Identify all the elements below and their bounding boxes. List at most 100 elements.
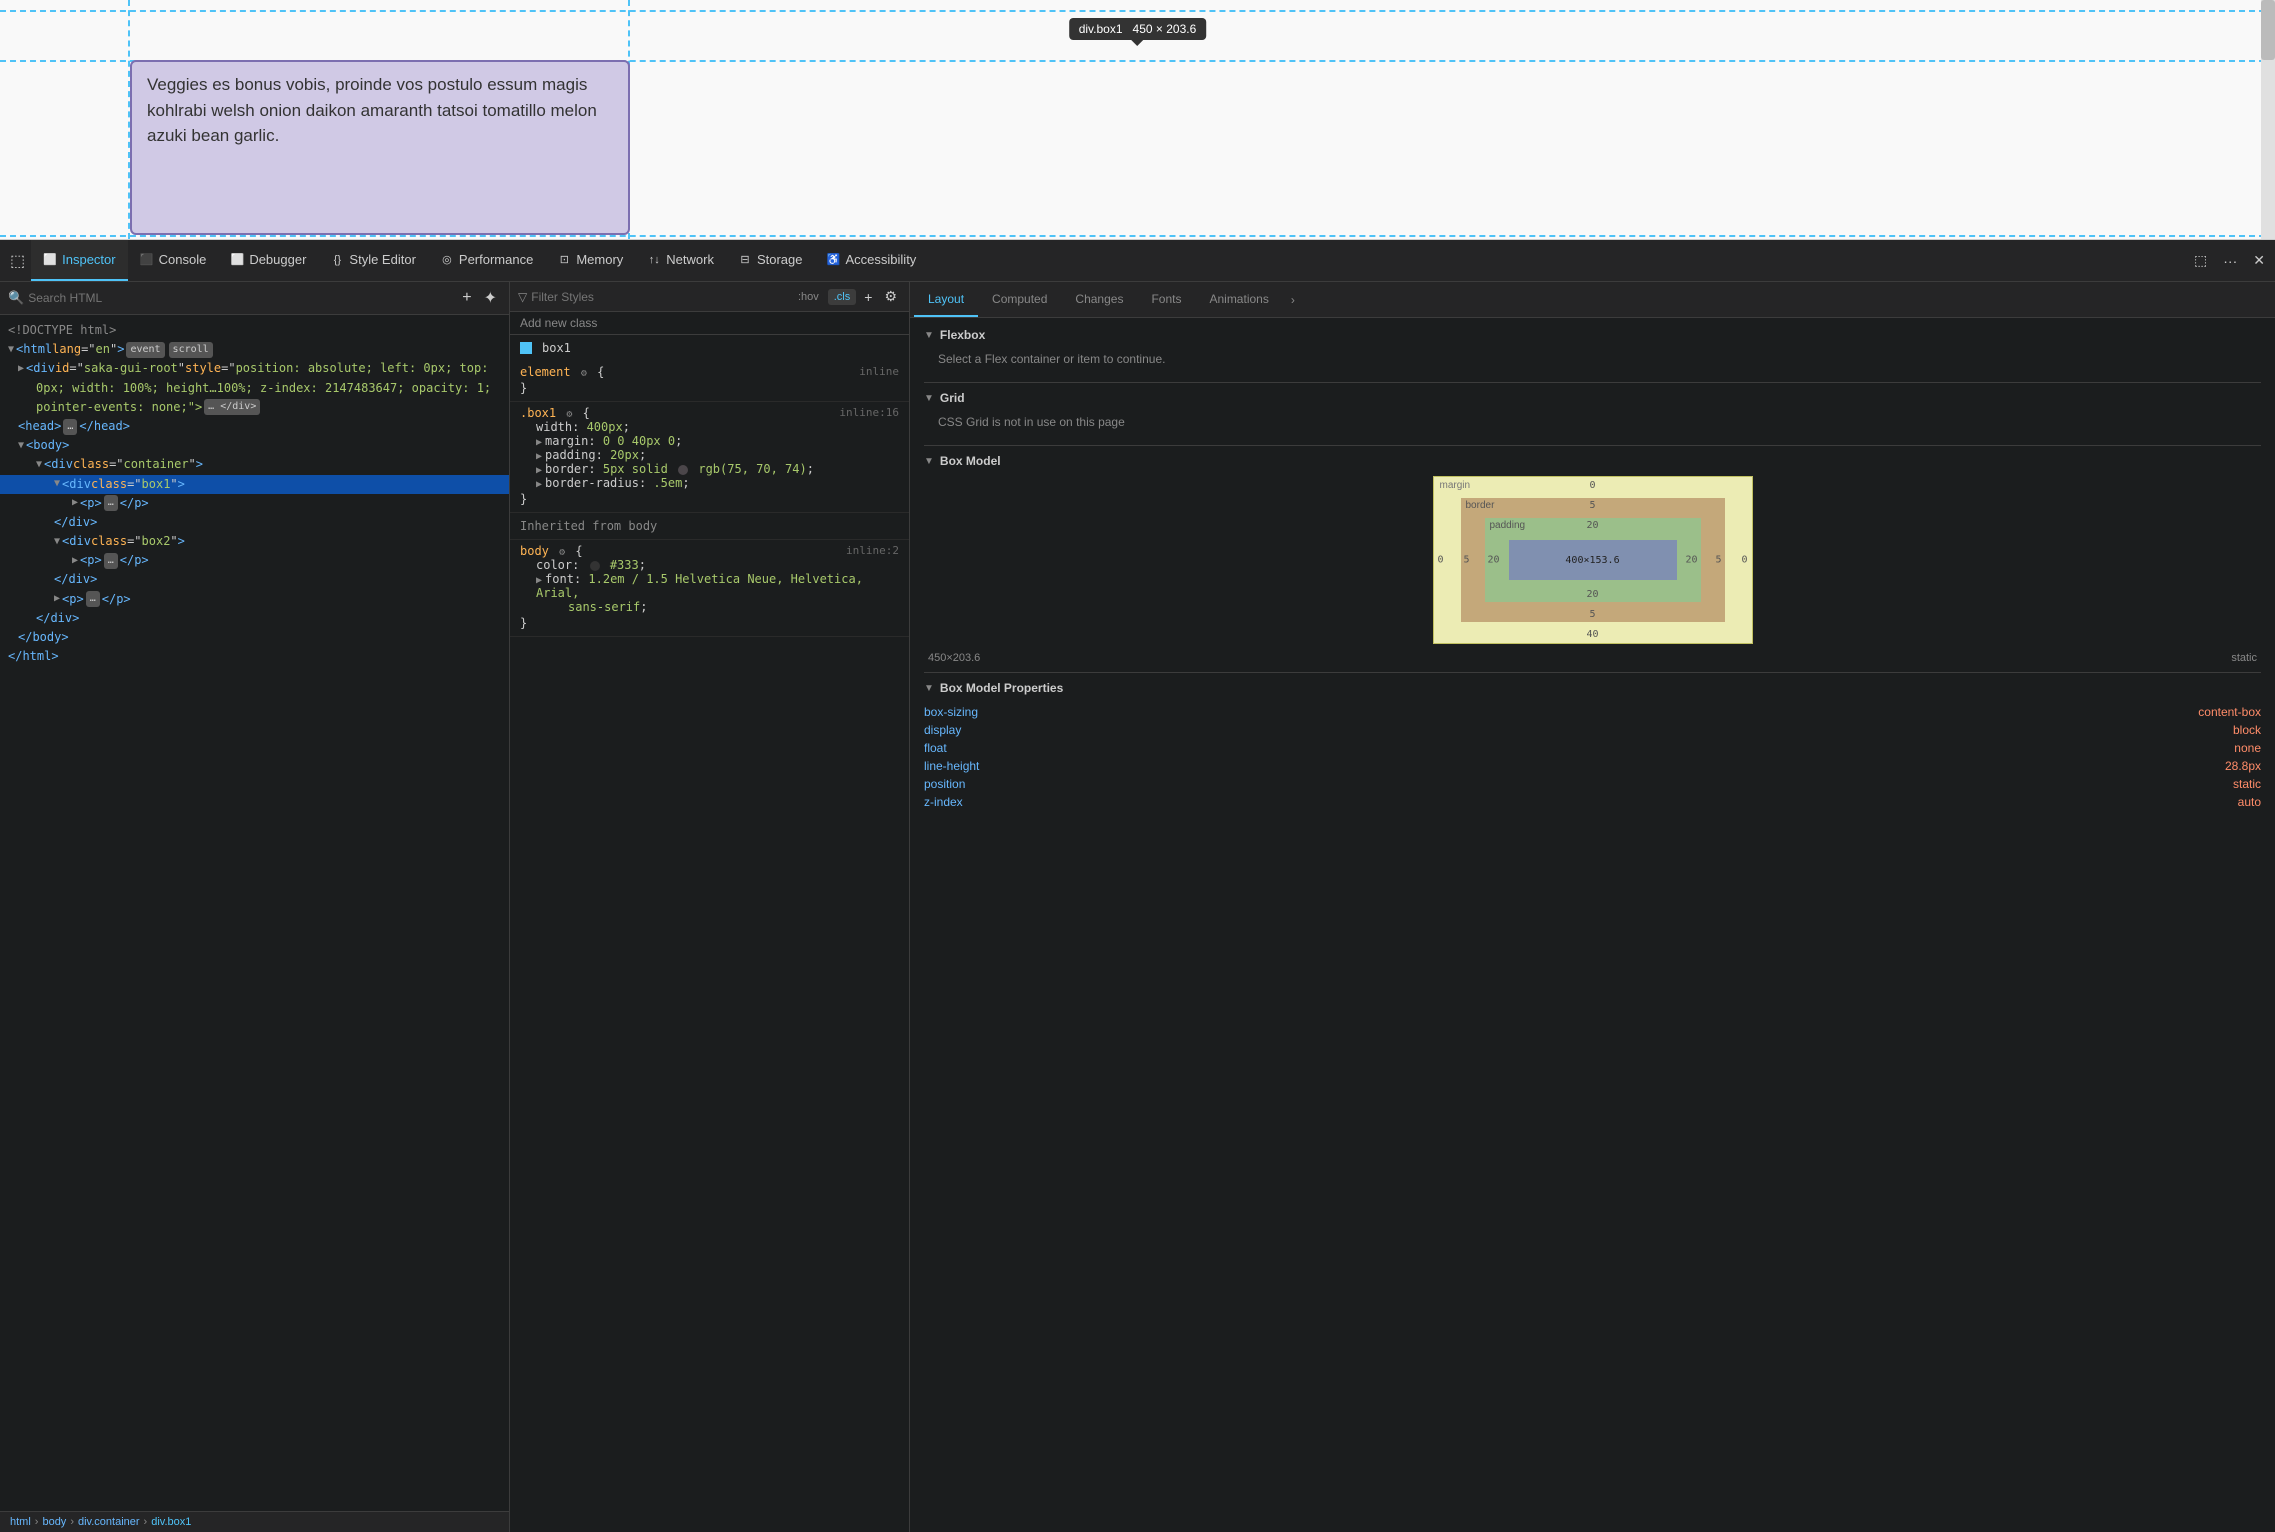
p2-toggle[interactable]: ▶ bbox=[72, 553, 78, 569]
css-new-class-area[interactable]: Add new class bbox=[510, 312, 909, 335]
box1-close-line: </div> bbox=[0, 513, 509, 532]
hov-button[interactable]: :hov bbox=[793, 289, 824, 305]
html-tag-line[interactable]: ▼ <html lang="en" > event scroll bbox=[0, 340, 509, 359]
tab-inspector-label: Inspector bbox=[62, 252, 115, 267]
breadcrumb-box1[interactable]: div.box1 bbox=[151, 1516, 191, 1528]
network-icon: ↑↓ bbox=[647, 253, 661, 267]
element-checkbox-row[interactable]: box1 bbox=[510, 335, 909, 361]
box1-toggle[interactable]: ▼ bbox=[54, 476, 60, 492]
saka-toggle[interactable]: ▶ bbox=[18, 361, 24, 377]
scrollbar[interactable] bbox=[2261, 0, 2275, 239]
prop-display-name: display bbox=[924, 721, 1551, 739]
border-color-dot[interactable] bbox=[678, 465, 688, 475]
devtools-tab-bar: ⬚ ⬜ Inspector ⬛ Console ⬜ Debugger {} St… bbox=[0, 240, 2275, 282]
css-border-prop[interactable]: ▶border: 5px solid rgb(75, 70, 74); bbox=[520, 462, 899, 476]
breadcrumb-container[interactable]: div.container bbox=[78, 1516, 140, 1528]
p3-line[interactable]: ▶ <p> … </p> bbox=[0, 590, 509, 609]
saka-div-line[interactable]: ▶ <div id="saka-gui-root" style="positio… bbox=[0, 359, 509, 378]
scrollbar-thumb[interactable] bbox=[2261, 0, 2275, 60]
margin-arrow[interactable]: ▶ bbox=[536, 437, 542, 448]
p1-toggle[interactable]: ▶ bbox=[72, 495, 78, 511]
box1-checkbox[interactable] bbox=[520, 342, 532, 354]
box-model-size-row: 450×203.6 static bbox=[924, 652, 2261, 664]
responsive-button[interactable]: ⬚ bbox=[2188, 248, 2213, 273]
storage-icon: ⊟ bbox=[738, 253, 752, 267]
tab-performance[interactable]: ◎ Performance bbox=[428, 240, 545, 281]
tab-storage[interactable]: ⊟ Storage bbox=[726, 240, 815, 281]
more-tabs-button[interactable]: › bbox=[1283, 293, 1303, 307]
font-arrow[interactable]: ▶ bbox=[536, 575, 542, 586]
inspector-icon: ⬜ bbox=[43, 253, 57, 267]
css-font-prop[interactable]: ▶font: 1.2em / 1.5 Helvetica Neue, Helve… bbox=[520, 572, 899, 600]
tab-network[interactable]: ↑↓ Network bbox=[635, 240, 726, 281]
css-filter-input[interactable] bbox=[531, 290, 789, 304]
body-open-line[interactable]: ▼ <body> bbox=[0, 436, 509, 455]
tab-changes[interactable]: Changes bbox=[1061, 282, 1137, 317]
grid-toggle[interactable]: ▼ bbox=[924, 393, 934, 404]
css-padding-prop[interactable]: ▶padding: 20px; bbox=[520, 448, 899, 462]
breadcrumb-html[interactable]: html bbox=[10, 1516, 31, 1528]
box1-line[interactable]: ▼ <div class="box1" > bbox=[0, 475, 509, 494]
inspect-button[interactable]: ⬚ bbox=[4, 247, 31, 275]
tab-memory[interactable]: ⊡ Memory bbox=[545, 240, 635, 281]
box-model-props-title: Box Model Properties bbox=[940, 681, 1063, 695]
p3-badge[interactable]: … bbox=[86, 591, 100, 607]
tab-debugger[interactable]: ⬜ Debugger bbox=[218, 240, 318, 281]
html-search-input[interactable] bbox=[28, 291, 454, 305]
tab-animations[interactable]: Animations bbox=[1195, 282, 1282, 317]
head-badge[interactable]: … bbox=[63, 419, 77, 435]
style-editor-icon: {} bbox=[330, 253, 344, 267]
tab-computed[interactable]: Computed bbox=[978, 282, 1061, 317]
cls-button[interactable]: .cls bbox=[828, 289, 857, 305]
box2-line[interactable]: ▼ <div class="box2" > bbox=[0, 532, 509, 551]
p2-badge[interactable]: … bbox=[104, 553, 118, 569]
breadcrumb-body[interactable]: body bbox=[42, 1516, 66, 1528]
css-width-prop[interactable]: width: 400px; bbox=[520, 420, 899, 434]
element-gear[interactable]: ⚙ bbox=[581, 368, 587, 379]
margin-label: margin bbox=[1440, 480, 1471, 491]
box-model-toggle[interactable]: ▼ bbox=[924, 456, 934, 467]
pick-element-button[interactable]: ✦ bbox=[480, 286, 501, 310]
scroll-badge[interactable]: scroll bbox=[169, 342, 213, 358]
box-model-header: ▼ Box Model bbox=[924, 454, 2261, 468]
memory-icon: ⊡ bbox=[557, 253, 571, 267]
saka-content-badge[interactable]: … </div> bbox=[204, 399, 260, 415]
padding-arrow[interactable]: ▶ bbox=[536, 451, 542, 462]
tab-accessibility[interactable]: ♿ Accessibility bbox=[815, 240, 929, 281]
border-radius-arrow[interactable]: ▶ bbox=[536, 479, 542, 490]
p1-line[interactable]: ▶ <p> … </p> bbox=[0, 494, 509, 513]
tab-style-editor[interactable]: {} Style Editor bbox=[318, 240, 427, 281]
tab-console[interactable]: ⬛ Console bbox=[128, 240, 219, 281]
tab-fonts[interactable]: Fonts bbox=[1137, 282, 1195, 317]
close-devtools-button[interactable]: ✕ bbox=[2247, 248, 2271, 273]
body-toggle[interactable]: ▼ bbox=[18, 438, 24, 454]
event-badge[interactable]: event bbox=[126, 342, 164, 358]
tab-inspector[interactable]: ⬜ Inspector bbox=[31, 240, 127, 281]
flexbox-header: ▼ Flexbox bbox=[924, 328, 2261, 342]
container-line[interactable]: ▼ <div class="container" > bbox=[0, 455, 509, 474]
box-model-props-toggle[interactable]: ▼ bbox=[924, 683, 934, 694]
css-color-prop[interactable]: color: #333; bbox=[520, 558, 899, 572]
p2-line[interactable]: ▶ <p> … </p> bbox=[0, 551, 509, 570]
container-toggle[interactable]: ▼ bbox=[36, 457, 42, 473]
console-icon: ⬛ bbox=[140, 253, 154, 267]
flexbox-toggle[interactable]: ▼ bbox=[924, 330, 934, 341]
html-toggle[interactable]: ▼ bbox=[8, 342, 14, 358]
head-line[interactable]: <head> … </head> bbox=[0, 417, 509, 436]
body-gear[interactable]: ⚙ bbox=[559, 547, 565, 558]
p3-toggle[interactable]: ▶ bbox=[54, 591, 60, 607]
box1-gear[interactable]: ⚙ bbox=[566, 409, 572, 420]
css-margin-prop[interactable]: ▶margin: 0 0 40px 0; bbox=[520, 434, 899, 448]
css-border-radius-prop[interactable]: ▶border-radius: .5em; bbox=[520, 476, 899, 490]
add-node-button[interactable]: + bbox=[458, 287, 475, 309]
box2-toggle[interactable]: ▼ bbox=[54, 534, 60, 550]
css-add-button[interactable]: + bbox=[860, 287, 876, 307]
tab-performance-label: Performance bbox=[459, 252, 533, 267]
devtools-tab-actions: ⬚ ··· ✕ bbox=[2188, 248, 2271, 273]
tab-layout[interactable]: Layout bbox=[914, 282, 978, 317]
more-tools-button[interactable]: ··· bbox=[2217, 249, 2243, 273]
p1-badge[interactable]: … bbox=[104, 495, 118, 511]
css-settings-button[interactable]: ⚙ bbox=[880, 286, 901, 307]
border-arrow[interactable]: ▶ bbox=[536, 465, 542, 476]
color-dot[interactable] bbox=[590, 561, 600, 571]
